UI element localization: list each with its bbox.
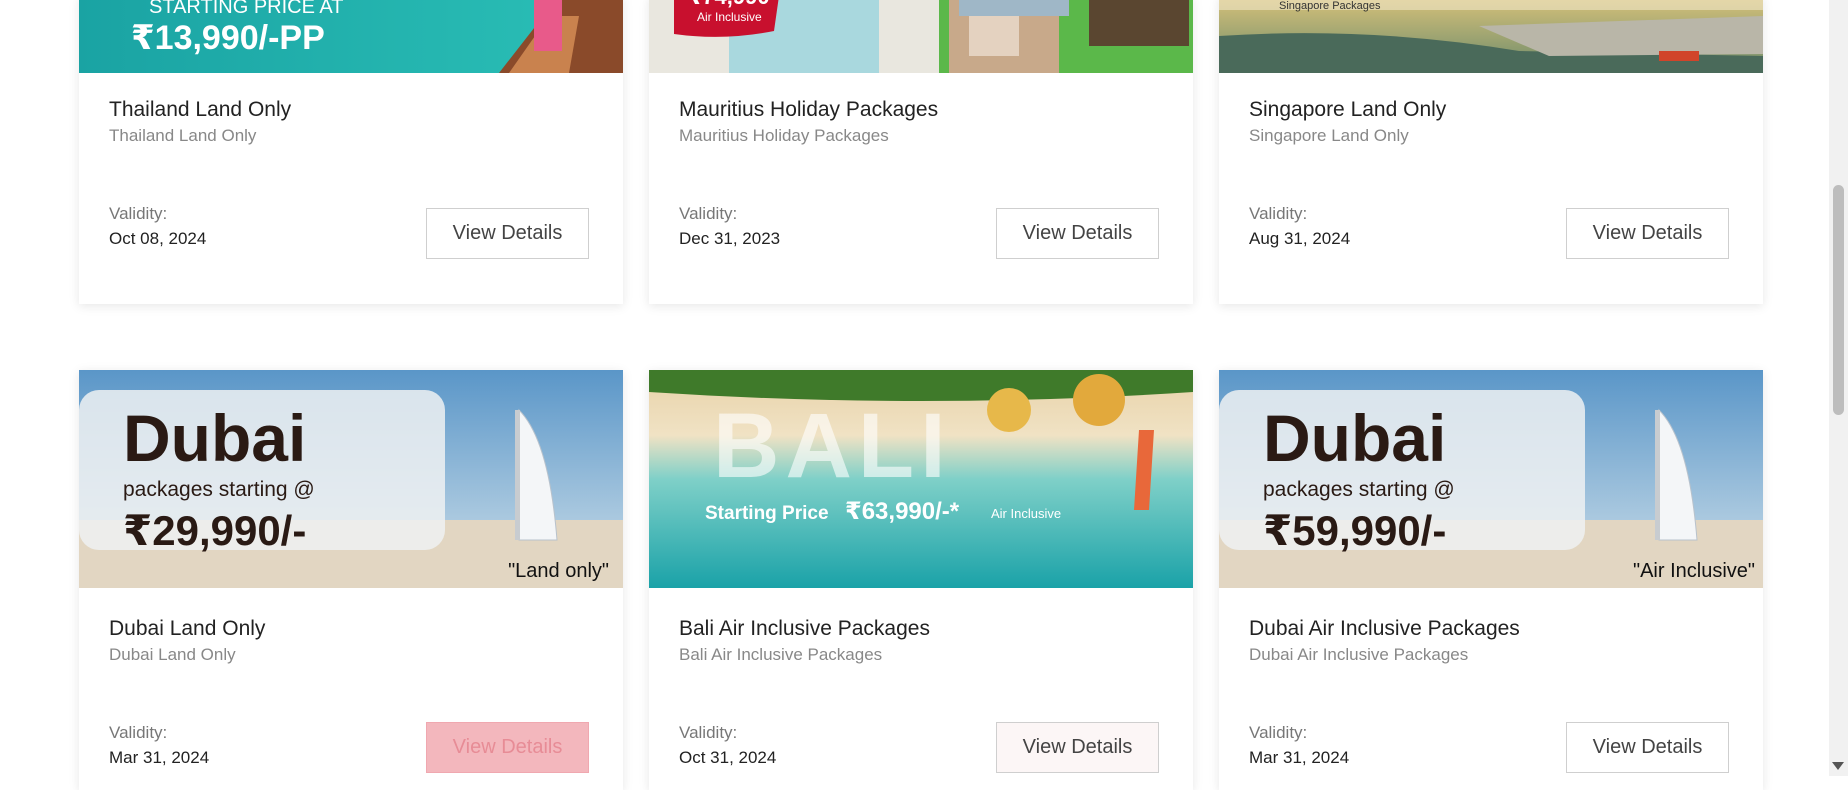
banner-dubai-land-note: "Land only" — [508, 560, 609, 582]
banner-dubai-land[interactable]: Dubai packages starting @ ₹29,990/- "Lan… — [79, 370, 623, 588]
validity-date: Mar 31, 2024 — [109, 748, 210, 767]
card-subtitle: Bali Air Inclusive Packages — [679, 645, 883, 664]
card-subtitle: Singapore Land Only — [1249, 126, 1409, 145]
card-subtitle: Dubai Land Only — [109, 645, 236, 664]
card-title: Bali Air Inclusive Packages — [679, 617, 930, 640]
card-title: Thailand Land Only — [109, 98, 292, 121]
banner-thailand[interactable]: STARTING PRICE AT ₹13,990/-PP — [79, 0, 623, 73]
banner-dubai-land-line: packages starting @ — [123, 478, 315, 501]
banner-dubai-air-line: packages starting @ — [1263, 478, 1455, 501]
banner-bali[interactable]: BALI Starting Price ₹63,990/-* Air Inclu… — [649, 370, 1193, 588]
validity-label: Validity: — [109, 723, 168, 742]
view-details-button[interactable]: View Details — [996, 722, 1159, 773]
banner-singapore[interactable]: Singapore Packages — [1219, 0, 1763, 73]
banner-bali-price: ₹63,990/-* — [845, 498, 960, 525]
card-title: Dubai Air Inclusive Packages — [1249, 617, 1520, 640]
package-card-mauritius[interactable]: ₹74,990 Air Inclusive Mauritius Holiday … — [649, 0, 1193, 304]
banner-bali-line: Starting Price — [705, 503, 829, 524]
validity-date: Dec 31, 2023 — [679, 229, 781, 248]
package-card-thailand[interactable]: STARTING PRICE AT ₹13,990/-PP Thailand L… — [79, 0, 623, 304]
view-details-button[interactable]: View Details — [426, 722, 589, 773]
validity-label: Validity: — [679, 723, 738, 742]
view-details-button[interactable]: View Details — [1566, 722, 1729, 773]
banner-bali-note: Air Inclusive — [991, 506, 1062, 521]
card-subtitle: Dubai Air Inclusive Packages — [1249, 645, 1469, 664]
banner-thailand-line1: STARTING PRICE AT — [149, 0, 344, 18]
banner-dubai-air-note: "Air Inclusive" — [1632, 560, 1755, 582]
vertical-scrollbar[interactable] — [1829, 0, 1848, 776]
banner-dubai-air[interactable]: Dubai packages starting @ ₹59,990/- "Air… — [1219, 370, 1763, 588]
card-subtitle: Thailand Land Only — [109, 126, 257, 145]
banner-bali-heading: BALI — [713, 395, 952, 497]
validity-label: Validity: — [1249, 204, 1308, 223]
validity-date: Aug 31, 2024 — [1249, 229, 1351, 248]
banner-thailand-price: ₹13,990/-PP — [131, 19, 325, 57]
validity-date: Mar 31, 2024 — [1249, 748, 1350, 767]
banner-dubai-land-heading: Dubai — [123, 401, 307, 475]
card-title: Singapore Land Only — [1249, 98, 1447, 121]
validity-label: Validity: — [1249, 723, 1308, 742]
banner-dubai-land-price: ₹29,990/- — [123, 507, 307, 554]
package-card-dubai-land[interactable]: Dubai packages starting @ ₹29,990/- "Lan… — [79, 370, 623, 790]
validity-label: Validity: — [679, 204, 738, 223]
scroll-down-arrow-icon[interactable] — [1832, 762, 1844, 770]
card-title: Dubai Land Only — [109, 617, 266, 640]
validity-date: Oct 08, 2024 — [109, 229, 207, 248]
view-details-button[interactable]: View Details — [996, 208, 1159, 259]
validity-date: Oct 31, 2024 — [679, 748, 777, 767]
card-title: Mauritius Holiday Packages — [679, 98, 939, 121]
scrollbar-thumb[interactable] — [1833, 185, 1844, 415]
banner-dubai-air-price: ₹59,990/- — [1263, 507, 1447, 554]
package-card-bali[interactable]: BALI Starting Price ₹63,990/-* Air Inclu… — [649, 370, 1193, 790]
package-card-dubai-air[interactable]: Dubai packages starting @ ₹59,990/- "Air… — [1219, 370, 1763, 790]
view-details-button[interactable]: View Details — [1566, 208, 1729, 259]
card-subtitle: Mauritius Holiday Packages — [679, 126, 889, 145]
package-card-singapore[interactable]: Singapore Packages Singapore Land Only S… — [1219, 0, 1763, 304]
banner-singapore-caption: Singapore Packages — [1279, 0, 1381, 12]
view-details-button[interactable]: View Details — [426, 208, 589, 259]
banner-mauritius-price: ₹74,990 — [687, 0, 770, 10]
banner-mauritius[interactable]: ₹74,990 Air Inclusive — [649, 0, 1193, 73]
banner-dubai-air-heading: Dubai — [1263, 401, 1447, 475]
banner-mauritius-tag: Air Inclusive — [697, 10, 762, 24]
validity-label: Validity: — [109, 204, 168, 223]
